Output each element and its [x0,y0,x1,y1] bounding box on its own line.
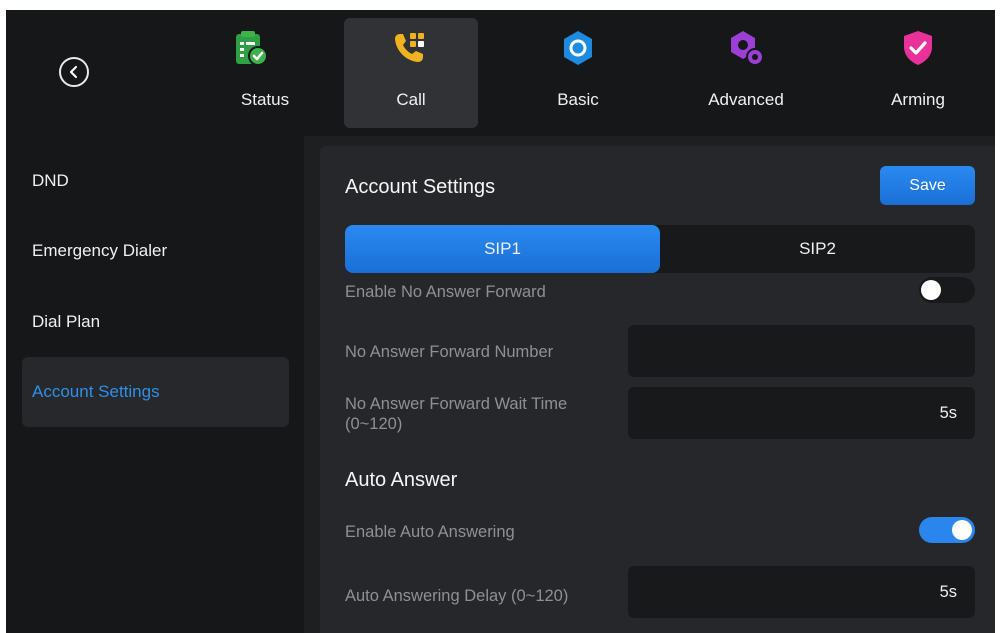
account-settings-panel: Account Settings Save SIP1 SIP2 Enable N… [320,146,995,633]
tab-status-label: Status [240,90,290,109]
gear-icon [558,28,598,68]
page-title: Account Settings [345,176,496,198]
tab-advanced-label: Advanced [708,90,784,109]
top-nav-bar: Status Call Basic Advanced Arming [6,10,995,136]
sidebar: DND Emergency Dialer Dial Plan Account S… [6,136,304,633]
auto-answer-delay-field[interactable]: 5s [628,566,975,618]
tab-advanced[interactable]: Advanced [679,18,813,128]
wait-time-field[interactable]: 5s [628,387,975,439]
sidebar-item-label: DND [32,171,69,190]
back-button[interactable] [59,57,89,87]
sidebar-item-account-settings[interactable]: Account Settings [22,357,289,427]
shield-check-icon [898,28,938,68]
auto-answering-toggle[interactable] [919,517,975,543]
sidebar-item-emergency-dialer[interactable]: Emergency Dialer [22,216,289,286]
no-answer-forward-toggle[interactable] [919,277,975,303]
auto-answer-delay-label: Auto Answering Delay (0~120) [345,587,569,605]
tab-sip1[interactable]: SIP1 [345,225,660,273]
wait-time-label-line1: No Answer Forward Wait Time [345,395,568,413]
forward-number-field[interactable] [628,325,975,377]
tab-arming-label: Arming [891,90,945,109]
advanced-gear-icon [726,28,766,68]
phone-keypad-icon [391,28,431,68]
chevron-left-icon [69,65,78,79]
tab-call[interactable]: Call [344,18,478,128]
toggle-knob [921,280,941,300]
forward-number-label: No Answer Forward Number [345,343,554,361]
sidebar-item-dnd[interactable]: DND [22,146,289,216]
tab-sip2[interactable]: SIP2 [660,225,975,273]
sidebar-item-label: Emergency Dialer [32,241,168,260]
tab-status[interactable]: Status [183,18,317,128]
tab-basic[interactable]: Basic [511,18,645,128]
tab-call-label: Call [396,90,426,109]
no-answer-forward-label: Enable No Answer Forward [345,283,546,301]
sip-account-selector: SIP1 SIP2 [345,225,975,273]
toggle-knob [952,520,972,540]
sidebar-item-dial-plan[interactable]: Dial Plan [22,287,289,357]
sidebar-item-label: Dial Plan [32,312,101,331]
tab-arming[interactable]: Arming [851,18,985,128]
wait-time-label: No Answer Forward Wait Time (0~120) [345,394,567,434]
settings-screen: Status Call Basic Advanced Arming DND Em… [6,10,995,633]
save-button[interactable]: Save [880,166,975,205]
sidebar-item-label: Account Settings [32,382,160,401]
auto-answering-label: Enable Auto Answering [345,523,515,541]
tab-basic-label: Basic [557,90,599,109]
auto-answer-heading: Auto Answer [345,469,458,491]
status-clipboard-icon [230,28,270,68]
wait-time-label-line2: (0~120) [345,415,403,433]
